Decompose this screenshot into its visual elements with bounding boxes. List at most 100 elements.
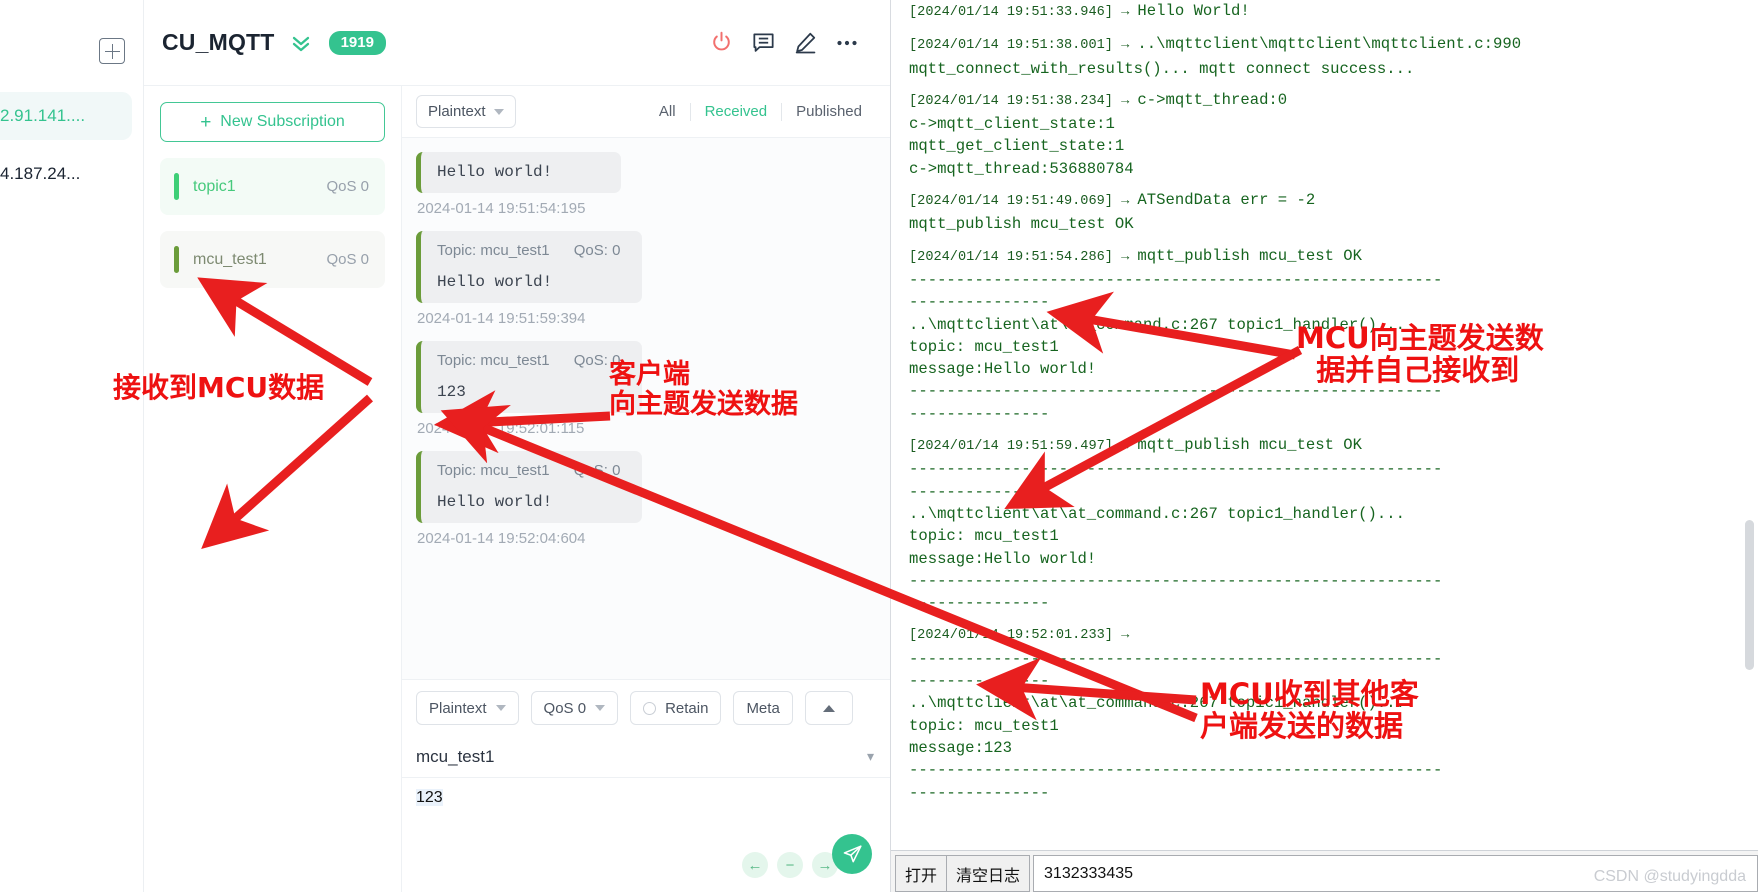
terminal-line: ----------------------------------------… xyxy=(909,269,1758,291)
terminal-line: ..\mqttclient\at\at_command.c:267 topic1… xyxy=(909,692,1758,714)
publish-retain-label: Retain xyxy=(665,699,709,717)
terminal-line: --------------- xyxy=(909,403,1758,425)
terminal-line: [2024/01/14 19:51:59.497] → mqtt_publish… xyxy=(909,434,1758,458)
connection-item[interactable]: 4.187.24... xyxy=(0,150,132,198)
message-qos: QoS: 0 xyxy=(573,352,621,369)
plus-icon: + xyxy=(200,111,212,133)
edit-pencil-icon[interactable] xyxy=(784,26,826,60)
minus-icon[interactable]: − xyxy=(777,852,803,878)
subscription-color-bar xyxy=(174,246,179,273)
message-list[interactable]: Hello world! 2024-01-14 19:51:54:195 Top… xyxy=(402,138,890,679)
terminal-scrollbar[interactable] xyxy=(1745,520,1754,670)
clear-log-button[interactable]: 清空日志 xyxy=(947,855,1031,892)
message-timestamp: 2024-01-14 19:52:04:604 xyxy=(417,530,586,547)
chevron-down-icon xyxy=(493,108,504,115)
send-button[interactable] xyxy=(832,834,872,874)
new-subscription-button[interactable]: + New Subscription xyxy=(160,102,385,142)
terminal-line: [2024/01/14 19:51:54.286] → mqtt_publish… xyxy=(909,245,1758,269)
terminal-timestamp: [2024/01/14 19:51:59.497] → xyxy=(909,439,1138,455)
terminal-line-text: --------------- xyxy=(909,404,1050,423)
publish-topic-input[interactable]: mcu_test1 ▾ xyxy=(402,736,890,778)
publish-meta-button[interactable]: Meta xyxy=(733,691,793,725)
chevron-down-icon xyxy=(495,705,506,711)
terminal-line: mqtt_get_client_state:1 xyxy=(909,135,1758,157)
chevron-down-icon[interactable]: ▾ xyxy=(867,748,874,765)
message-bubble: Hello world! xyxy=(416,152,621,193)
message-format-select[interactable]: Plaintext xyxy=(416,95,516,128)
publish-retain-checkbox[interactable]: Retain xyxy=(630,691,722,725)
terminal-line: message:Hello world! xyxy=(909,548,1758,570)
messages-toolbar: Plaintext All Received Published xyxy=(402,86,890,138)
publish-qos-select[interactable]: QoS 0 xyxy=(530,691,619,725)
terminal-line: --------------- xyxy=(909,782,1758,804)
message-meta: Topic: mcu_test1 QoS: 0 xyxy=(437,352,620,369)
terminal-line-text: topic: mcu_test1 xyxy=(909,716,1059,735)
terminal-line: message:123 xyxy=(909,737,1758,759)
terminal-line-text: ..\mqttclient\at\at_command.c:267 topic1… xyxy=(909,315,1405,334)
terminal-line-text: topic: mcu_test1 xyxy=(909,337,1059,356)
open-button[interactable]: 打开 xyxy=(895,855,948,892)
message-payload: Hello world! xyxy=(437,493,553,511)
subscriptions-panel: + New Subscription topic1 QoS 0 mcu_test… xyxy=(144,86,402,892)
filter-received[interactable]: Received xyxy=(691,103,782,120)
add-connection-button[interactable] xyxy=(99,38,125,64)
publish-meta-label: Meta xyxy=(746,699,780,717)
chevron-double-down-icon[interactable] xyxy=(289,31,313,55)
terminal-line-text: --------------- xyxy=(909,482,1050,501)
new-subscription-label: New Subscription xyxy=(220,113,345,130)
terminal-line-text: --------------- xyxy=(909,594,1050,613)
filter-all[interactable]: All xyxy=(645,103,690,120)
terminal-timestamp: [2024/01/14 19:51:33.946] → xyxy=(909,5,1138,20)
message-item[interactable]: Hello world! 2024-01-14 19:51:54:195 xyxy=(416,152,890,217)
message-square-icon[interactable] xyxy=(742,26,784,60)
terminal-line-text: mqtt_publish mcu_test OK xyxy=(1137,436,1363,455)
terminal-line: c->mqtt_thread:536880784 xyxy=(909,158,1758,180)
terminal-timestamp: [2024/01/14 19:51:38.001] → xyxy=(909,38,1138,54)
terminal-line-text: mqtt_publish mcu_test OK xyxy=(909,215,1134,234)
prev-icon[interactable]: ← xyxy=(742,852,768,878)
terminal-line: ----------------------------------------… xyxy=(909,759,1758,781)
publish-panel: Plaintext QoS 0 Retain Meta mcu_test1 ▾ … xyxy=(402,679,890,892)
plus-square-icon xyxy=(99,38,125,64)
terminal-line-text: c->mqtt_thread:0 xyxy=(1137,90,1288,109)
message-bubble: Topic: mcu_test1 QoS: 0 123 xyxy=(416,341,643,413)
terminal-line: mqtt_connect_with_results()... mqtt conn… xyxy=(909,58,1758,80)
terminal-line: --------------- xyxy=(909,481,1758,503)
publish-format-select[interactable]: Plaintext xyxy=(416,691,519,725)
publish-topic-value: mcu_test1 xyxy=(416,746,495,766)
filter-published[interactable]: Published xyxy=(782,103,876,120)
terminal-line-text: ----------------------------------------… xyxy=(909,270,1443,289)
terminal-log-output[interactable]: [2024/01/14 19:51:33.946] → Hello World!… xyxy=(891,0,1758,850)
terminal-timestamp: [2024/01/14 19:51:38.234] → xyxy=(909,93,1138,109)
publish-qos-value: QoS 0 xyxy=(543,699,587,717)
message-item[interactable]: Topic: mcu_test1 QoS: 0 Hello world! 202… xyxy=(416,451,890,547)
message-bubble: Topic: mcu_test1 QoS: 0 Hello world! xyxy=(416,231,643,303)
terminal-line-text: ----------------------------------------… xyxy=(909,571,1443,590)
terminal-line: ----------------------------------------… xyxy=(909,458,1758,480)
terminal-line-text: ATSendData err = -2 xyxy=(1137,191,1316,210)
publish-format-value: Plaintext xyxy=(429,699,487,717)
terminal-line: [2024/01/14 19:51:49.069] → ATSendData e… xyxy=(909,189,1758,213)
message-item[interactable]: Topic: mcu_test1 QoS: 0 123 2024-01-14 1… xyxy=(416,341,890,437)
chevron-down-icon xyxy=(595,705,606,711)
more-horizontal-icon[interactable] xyxy=(826,26,868,60)
terminal-send-input[interactable]: 3132333435 xyxy=(1033,855,1758,892)
terminal-line: [2024/01/14 19:51:38.234] → c->mqtt_thre… xyxy=(909,89,1758,113)
subscription-topic: mcu_test1 xyxy=(193,250,267,268)
publish-payload-input[interactable]: 123 ← − → xyxy=(402,778,890,892)
power-icon[interactable] xyxy=(700,26,742,60)
terminal-line-text: message:Hello world! xyxy=(909,549,1097,568)
terminal-line-text: mqtt_get_client_state:1 xyxy=(909,137,1125,156)
message-topic: Topic: mcu_test1 xyxy=(437,242,550,259)
terminal-line: ..\mqttclient\at\at_command.c:267 topic1… xyxy=(909,314,1758,336)
publish-collapse-button[interactable] xyxy=(804,691,853,725)
subscription-item-topic1[interactable]: topic1 QoS 0 xyxy=(160,158,385,215)
subscription-item-mcu-test1[interactable]: mcu_test1 QoS 0 xyxy=(160,231,385,288)
message-meta: Topic: mcu_test1 QoS: 0 xyxy=(437,462,620,479)
connection-label: 4.187.24... xyxy=(0,164,81,183)
terminal-timestamp: [2024/01/14 19:51:54.286] → xyxy=(909,249,1138,265)
connection-item-active[interactable]: 2.91.141.... xyxy=(0,92,132,140)
terminal-line: mqtt_publish mcu_test OK xyxy=(909,213,1758,235)
message-item[interactable]: Topic: mcu_test1 QoS: 0 Hello world! 202… xyxy=(416,231,890,327)
